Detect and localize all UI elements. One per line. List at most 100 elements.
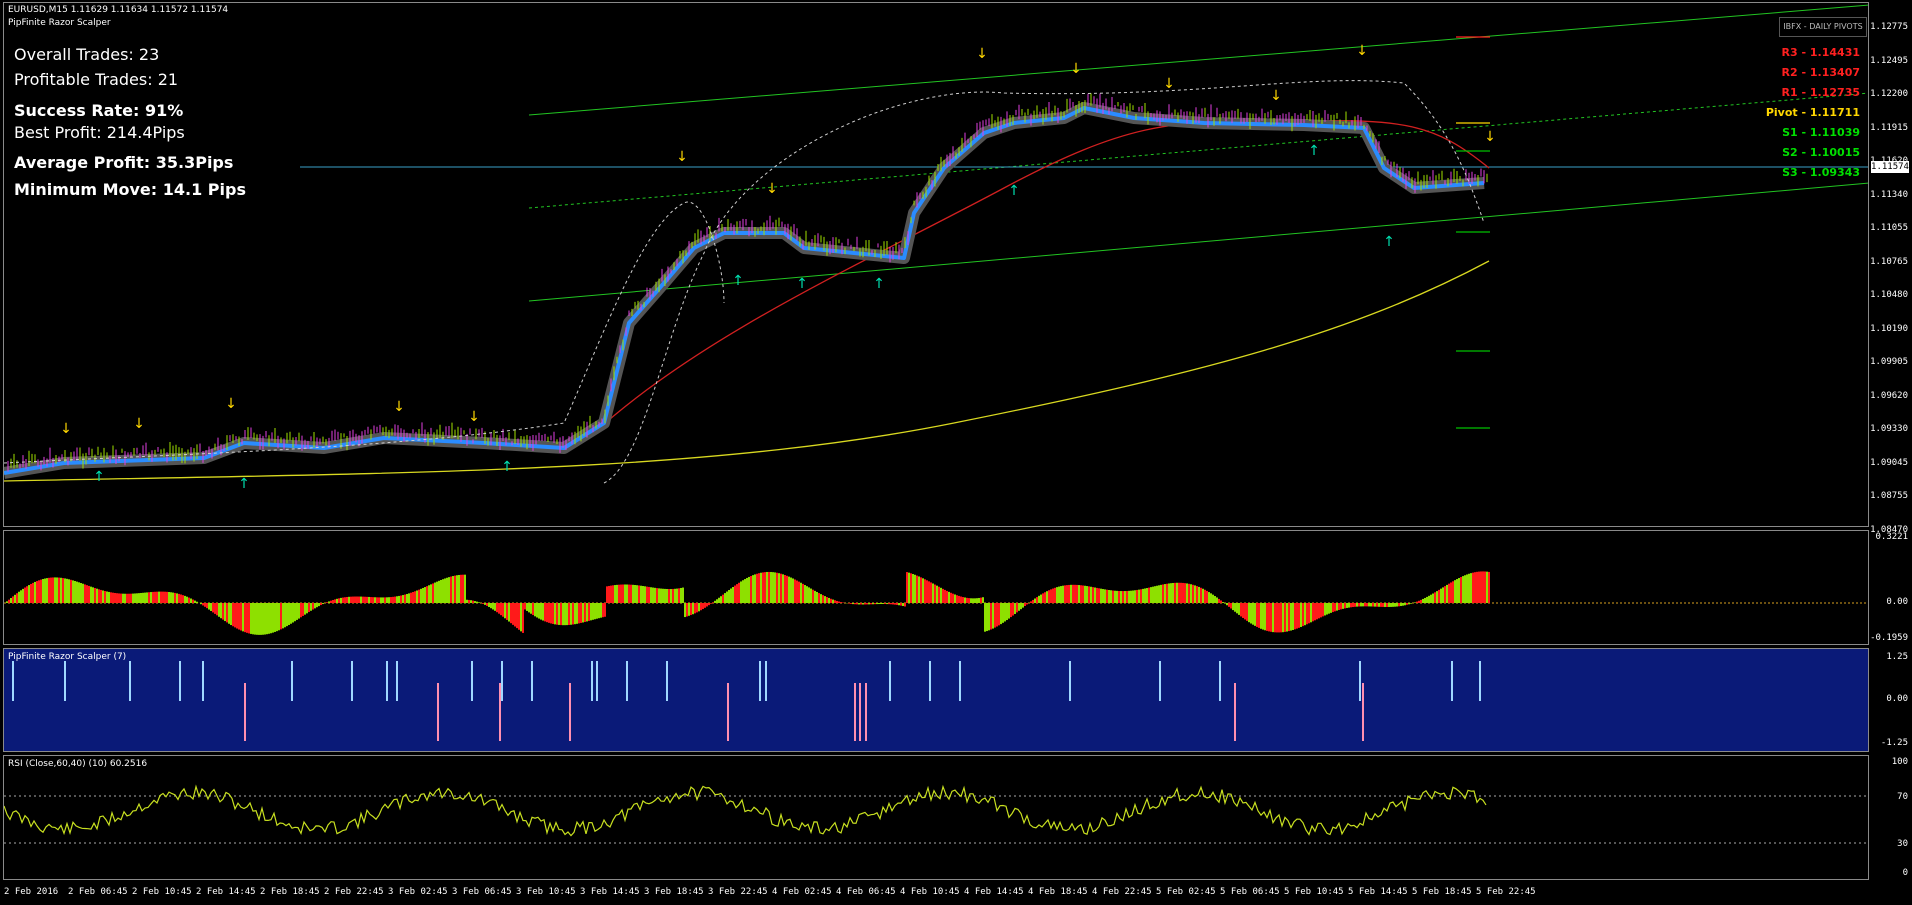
time-tick: 3 Feb 14:45 xyxy=(580,887,640,897)
svg-text:↓: ↓ xyxy=(1270,88,1282,104)
time-tick: 5 Feb 02:45 xyxy=(1156,887,1216,897)
time-tick: 3 Feb 02:45 xyxy=(388,887,448,897)
overall-trades: Overall Trades: 23 xyxy=(14,45,160,64)
pivot-r1: R1 - 1.12735 xyxy=(1781,86,1860,99)
time-tick: 4 Feb 02:45 xyxy=(772,887,832,897)
price-tick: 1.09330 xyxy=(1870,424,1908,434)
histogram-axis: 0.3221 0.00 -0.1959 xyxy=(1870,530,1912,645)
time-tick: 2 Feb 06:45 xyxy=(68,887,128,897)
current-price-tag: 1.11574 xyxy=(1871,161,1909,173)
razor-title: PipFinite Razor Scalper (7) xyxy=(8,652,127,662)
rsi-pane[interactable]: RSI (Close,60,40) (10) 60.2516 xyxy=(3,755,1869,880)
svg-text:↓: ↓ xyxy=(133,416,145,432)
svg-text:↓: ↓ xyxy=(225,396,237,412)
razor-tick-zero: 0.00 xyxy=(1886,694,1908,704)
razor-canvas xyxy=(12,661,1481,741)
rsi-tick-30: 30 xyxy=(1897,839,1908,849)
time-tick: 4 Feb 18:45 xyxy=(1028,887,1088,897)
price-tick: 1.12495 xyxy=(1870,55,1908,66)
price-tick: 1.08755 xyxy=(1870,491,1908,501)
svg-text:↑: ↑ xyxy=(873,276,885,292)
time-tick: 2 Feb 18:45 xyxy=(260,887,320,897)
minimum-move: Minimum Move: 14.1 Pips xyxy=(14,180,246,199)
svg-text:↓: ↓ xyxy=(1484,129,1496,145)
price-chart-canvas: ↓ ↓ ↓ ↓ ↓ ↓ ↓ ↓ ↓ ↓ ↓ ↓ ↓ ↑ ↑ ↑ ↑ ↑ ↑ ↑ ↑ ↑ xyxy=(4,4,1868,492)
price-tick: 1.12775 xyxy=(1870,22,1908,32)
time-tick: 5 Feb 14:45 xyxy=(1348,887,1408,897)
rsi-title: RSI (Close,60,40) (10) 60.2516 xyxy=(8,759,148,769)
average-profit: Average Profit: 35.3Pips xyxy=(14,153,234,172)
price-tick: 1.11340 xyxy=(1870,189,1908,200)
time-tick: 3 Feb 10:45 xyxy=(516,887,576,897)
hist-tick-zero: 0.00 xyxy=(1886,597,1908,607)
pivot-r3: R3 - 1.14431 xyxy=(1781,46,1860,59)
svg-text:↓: ↓ xyxy=(60,421,72,437)
time-tick: 5 Feb 10:45 xyxy=(1284,887,1344,897)
pivot-s1: S1 - 1.11039 xyxy=(1782,126,1860,139)
time-tick: 5 Feb 18:45 xyxy=(1412,887,1472,897)
svg-text:↑: ↑ xyxy=(93,469,105,485)
price-axis: 1.127751.124951.122001.119151.116201.113… xyxy=(1870,2,1912,535)
svg-text:↑: ↑ xyxy=(1308,143,1320,159)
svg-text:↓: ↓ xyxy=(766,181,778,197)
price-tick: 1.09620 xyxy=(1870,390,1908,401)
profitable-trades: Profitable Trades: 21 xyxy=(14,70,179,89)
time-tick: 3 Feb 06:45 xyxy=(452,887,512,897)
rsi-tick-70: 70 xyxy=(1897,792,1908,802)
price-tick: 1.09045 xyxy=(1870,457,1908,468)
time-tick: 2 Feb 22:45 xyxy=(324,887,384,897)
price-tick: 1.10480 xyxy=(1870,290,1908,300)
time-tick: 4 Feb 14:45 xyxy=(964,887,1024,897)
price-tick: 1.12200 xyxy=(1870,89,1908,99)
svg-text:↓: ↓ xyxy=(468,409,480,425)
pivot-s2: S2 - 1.10015 xyxy=(1782,146,1860,159)
time-tick: 5 Feb 22:45 xyxy=(1476,887,1536,897)
time-tick: 3 Feb 18:45 xyxy=(644,887,704,897)
time-tick: 2 Feb 10:45 xyxy=(132,887,192,897)
price-tick: 1.10190 xyxy=(1870,323,1908,334)
svg-text:↑: ↑ xyxy=(501,459,513,475)
pivot-panel-title: IBFX - DAILY PIVOTS xyxy=(1779,17,1867,37)
indicator-name: PipFinite Razor Scalper xyxy=(8,18,111,28)
svg-text:↑: ↑ xyxy=(732,273,744,289)
rsi-axis: 100 70 30 0 xyxy=(1872,755,1912,880)
razor-tick-min: -1.25 xyxy=(1880,738,1908,748)
best-profit: Best Profit: 214.4Pips xyxy=(14,123,185,142)
pivot-r2: R2 - 1.13407 xyxy=(1781,66,1860,79)
svg-text:↑: ↑ xyxy=(1383,234,1395,250)
success-rate: Success Rate: 91% xyxy=(14,101,184,120)
razor-scalper-pane[interactable]: PipFinite Razor Scalper (7) xyxy=(3,648,1869,752)
time-tick: 4 Feb 06:45 xyxy=(836,887,896,897)
pivot-s3: S3 - 1.09343 xyxy=(1782,166,1860,179)
hist-tick-min: -0.1959 xyxy=(1870,633,1908,643)
price-tick: 1.11915 xyxy=(1870,122,1908,133)
svg-text:↑: ↑ xyxy=(1008,183,1020,199)
svg-text:↑: ↑ xyxy=(238,476,250,492)
time-tick: 4 Feb 10:45 xyxy=(900,887,960,897)
svg-text:↓: ↓ xyxy=(976,46,988,62)
price-tick: 1.09905 xyxy=(1870,357,1908,367)
svg-text:↓: ↓ xyxy=(1163,76,1175,92)
razor-tick-max: 1.25 xyxy=(1886,652,1908,662)
svg-text:↓: ↓ xyxy=(1356,43,1368,59)
razor-axis: 1.25 0.00 -1.25 xyxy=(1872,648,1912,752)
rsi-tick-0: 0 xyxy=(1902,868,1908,878)
svg-text:↓: ↓ xyxy=(1070,61,1082,77)
svg-text:↓: ↓ xyxy=(393,399,405,415)
symbol-info: EURUSD,M15 1.11629 1.11634 1.11572 1.115… xyxy=(8,5,229,15)
hist-tick-max: 0.3221 xyxy=(1875,532,1908,542)
svg-text:↑: ↑ xyxy=(796,276,808,292)
histogram-canvas xyxy=(4,571,1868,635)
pivot-main: Pivot - 1.11711 xyxy=(1765,106,1860,119)
price-tick: 1.10765 xyxy=(1870,256,1908,267)
svg-text:↓: ↓ xyxy=(676,149,688,165)
rsi-tick-100: 100 xyxy=(1891,757,1908,767)
histogram-pane[interactable] xyxy=(3,530,1869,645)
time-tick: 2 Feb 14:45 xyxy=(196,887,256,897)
time-tick: 2 Feb 2016 xyxy=(4,887,59,897)
price-tick: 1.11055 xyxy=(1870,223,1908,233)
time-tick: 3 Feb 22:45 xyxy=(708,887,768,897)
rsi-canvas xyxy=(4,784,1868,844)
main-chart-pane[interactable]: ↓ ↓ ↓ ↓ ↓ ↓ ↓ ↓ ↓ ↓ ↓ ↓ ↓ ↑ ↑ ↑ ↑ ↑ ↑ ↑ ↑ ↑ EURUSD,M15 1.1162… xyxy=(3,2,1869,527)
time-tick: 4 Feb 22:45 xyxy=(1092,887,1152,897)
